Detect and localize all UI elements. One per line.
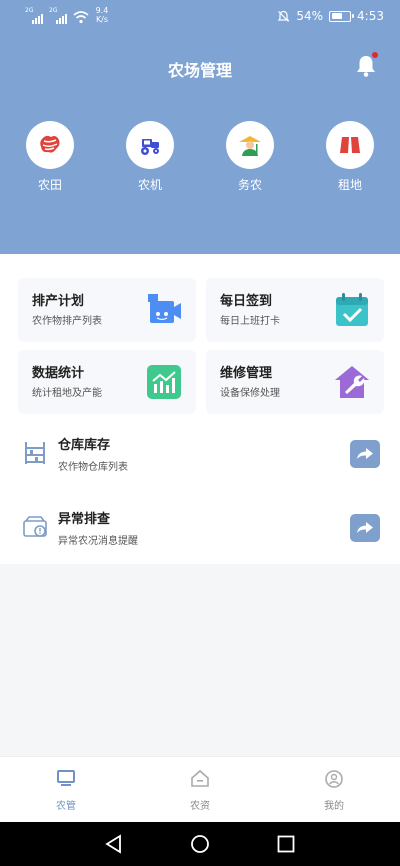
status-bar: 2G 2G 9.4 K/s 54% 4:53 — [0, 0, 400, 34]
category-machinery[interactable]: 农机 — [120, 121, 180, 193]
signal-icon: 2G — [49, 8, 67, 24]
share-arrow-icon — [357, 448, 373, 459]
header: 2G 2G 9.4 K/s 54% 4:53 农场管理 农田 农机 务农 租地 — [0, 0, 400, 254]
category-rent-land[interactable]: 租地 — [320, 121, 380, 193]
card-daily-checkin[interactable]: 每日签到 每日上班打卡 — [206, 278, 384, 342]
monitor-icon — [57, 770, 75, 786]
forward-arrow-button[interactable] — [350, 440, 380, 468]
card-data-stats[interactable]: 数据统计 统计租地及产能 — [18, 350, 196, 414]
home-circle-icon[interactable] — [190, 834, 210, 854]
rent-land-icon — [340, 137, 360, 153]
signal-icon: 2G — [25, 8, 43, 24]
system-nav-bar — [0, 822, 400, 866]
tractor-icon — [141, 139, 159, 155]
network-speed: 9.4 K/s — [95, 6, 109, 24]
card-maintenance[interactable]: 维修管理 设备保修处理 — [206, 350, 384, 414]
bottom-tab-bar: 农管 农资 我的 — [0, 756, 400, 822]
calendar-check-icon — [336, 293, 368, 326]
user-icon — [325, 770, 343, 788]
tab-farm-supplies[interactable]: 农资 — [160, 769, 240, 812]
category-farmland[interactable]: 农田 — [20, 121, 80, 193]
home-icon — [191, 769, 209, 787]
shelf-icon — [25, 442, 45, 464]
forward-arrow-button[interactable] — [350, 514, 380, 542]
wifi-icon — [73, 11, 89, 24]
notification-dot — [372, 52, 378, 58]
page-title: 农场管理 — [167, 61, 232, 80]
list-item-anomaly[interactable]: 异常排查 异常农况消息提醒 — [0, 494, 400, 566]
camera-robot-icon — [148, 294, 181, 323]
share-arrow-icon — [357, 522, 373, 533]
battery-percent: 54% — [296, 9, 324, 23]
category-row: 农田 农机 务农 租地 — [0, 121, 400, 193]
tab-farm-management[interactable]: 农管 — [26, 769, 106, 812]
battery-icon — [329, 10, 355, 22]
clock: 4:53 — [357, 9, 384, 23]
back-icon[interactable] — [104, 834, 124, 854]
house-wrench-icon — [335, 366, 369, 398]
mute-bell-icon — [278, 10, 290, 22]
farmland-icon — [40, 135, 60, 153]
notification-bell-icon[interactable] — [352, 52, 380, 80]
tab-mine[interactable]: 我的 — [294, 769, 374, 812]
card-production-plan[interactable]: 排产计划 农作物排产列表 — [18, 278, 196, 342]
alert-box-icon — [23, 516, 47, 537]
farmer-icon — [239, 136, 261, 156]
list-item-warehouse[interactable]: 仓库库存 农作物仓库列表 — [0, 420, 400, 492]
category-farming[interactable]: 务农 — [220, 121, 280, 193]
recents-icon[interactable] — [276, 834, 296, 854]
chart-icon — [147, 365, 181, 399]
